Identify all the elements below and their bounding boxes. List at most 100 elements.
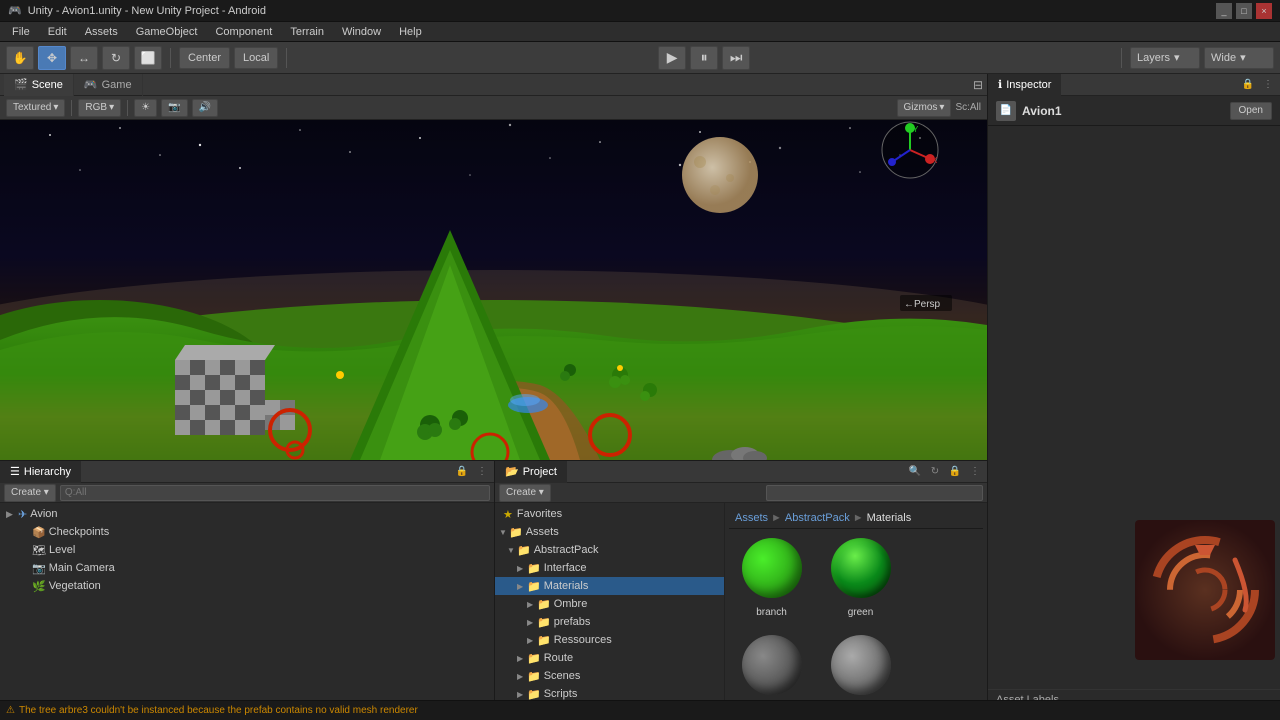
layers-dropdown[interactable]: Layers ▾ [1130, 47, 1200, 69]
tree-ombre[interactable]: ▶ 📁 Ombre [495, 595, 724, 613]
breadcrumb-abstractpack[interactable]: AbstractPack [785, 512, 850, 524]
project-tree: ★ Favorites ▼ 📁 Assets ▼ 📁 [495, 503, 725, 700]
tree-prefabs[interactable]: ▶ 📁 prefabs [495, 613, 724, 631]
tree-scenes[interactable]: ▶ 📁 Scenes [495, 667, 724, 685]
avion-label: Avion [30, 508, 57, 520]
menu-edit[interactable]: Edit [40, 24, 75, 40]
asset-branch[interactable]: branch [729, 529, 814, 622]
menu-terrain[interactable]: Terrain [282, 24, 332, 40]
project-search-icon[interactable]: 🔍 [907, 464, 923, 480]
tab-project[interactable]: 📂 Project [495, 461, 567, 483]
svg-text:X: X [932, 156, 938, 165]
project-search-input[interactable] [766, 485, 983, 501]
menu-gameobject[interactable]: GameObject [128, 24, 206, 40]
gizmos-dropdown[interactable]: Gizmos [897, 99, 952, 117]
project-lock-icon[interactable]: 🔒 [947, 464, 963, 480]
tree-route[interactable]: ▶ 📁 Route [495, 649, 724, 667]
menu-component[interactable]: Component [207, 24, 280, 40]
color-label: RGB [85, 102, 107, 113]
shading-dropdown[interactable]: Textured [6, 99, 65, 117]
menu-window[interactable]: Window [334, 24, 389, 40]
asset-grisb[interactable]: grisb [818, 626, 903, 700]
audio-button[interactable]: 🔊 [192, 99, 218, 117]
prefabs-folder-icon: 📁 [537, 616, 551, 629]
play-button[interactable]: ▶ [658, 46, 686, 70]
tree-scripts[interactable]: ▶ 📁 Scripts [495, 685, 724, 700]
hierarchy-create-label: Create ▾ [11, 487, 49, 498]
rect-tool[interactable]: ⬜ [134, 46, 162, 70]
maximize-button[interactable]: □ [1236, 3, 1252, 19]
material-sphere-grisb [831, 635, 891, 695]
minimize-button[interactable]: _ [1216, 3, 1232, 19]
viewport-area[interactable]: Y X ←Persp [0, 120, 987, 460]
inspector-avatar: 📄 [996, 101, 1016, 121]
scale-tool[interactable]: ↻ [102, 46, 130, 70]
menu-help[interactable]: Help [391, 24, 430, 40]
favorites-header[interactable]: ★ Favorites [495, 505, 724, 523]
layout-dropdown[interactable]: Wide ▾ [1204, 47, 1274, 69]
prefabs-label: prefabs [554, 616, 591, 628]
tree-materials[interactable]: ▶ 📁 Materials [495, 577, 724, 595]
project-create-button[interactable]: Create ▾ [499, 484, 551, 502]
hierarchy-create-button[interactable]: Create ▾ [4, 484, 56, 502]
scene-view[interactable]: Y X ←Persp [0, 120, 987, 460]
inspector-open-button[interactable]: Open [1230, 102, 1272, 120]
pause-button[interactable]: ⏸ [690, 46, 718, 70]
layout-chevron-icon: ▾ [1240, 51, 1246, 64]
hierarchy-item-avion[interactable]: ▶ ✈ Avion [0, 505, 494, 523]
tree-interface[interactable]: ▶ 📁 Interface [495, 559, 724, 577]
tree-ressources[interactable]: ▶ 📁 Ressources [495, 631, 724, 649]
checkpoints-label: Checkpoints [49, 526, 110, 538]
tab-hierarchy[interactable]: ☰ Hierarchy [0, 461, 81, 483]
project-menu-icon[interactable]: ⋮ [967, 464, 983, 480]
hierarchy-search-input[interactable] [60, 485, 490, 501]
inspector-lock-icon[interactable]: 🔒 [1240, 77, 1256, 93]
ressources-folder-icon: 📁 [537, 634, 551, 647]
asset-grid: branch green [729, 529, 983, 700]
sun-button[interactable]: ☀ [134, 99, 157, 117]
rotate-tool[interactable]: ↔ [70, 46, 98, 70]
layers-chevron-icon: ▾ [1174, 51, 1180, 64]
tab-game[interactable]: 🎮 Game [74, 74, 143, 96]
inspector-menu-icon[interactable]: ⋮ [1260, 77, 1276, 93]
menu-assets[interactable]: Assets [77, 24, 126, 40]
title-bar: 🎮 Unity - Avion1.unity - New Unity Proje… [0, 0, 1280, 22]
move-tool[interactable]: ✥ [38, 46, 66, 70]
project-panel-icons: 🔍 ↻ 🔒 ⋮ [907, 464, 987, 480]
tab-scene[interactable]: 🎬 Scene [4, 74, 74, 96]
tab-inspector[interactable]: ℹ Inspector [988, 74, 1061, 96]
hierarchy-menu-icon[interactable]: ⋮ [474, 464, 490, 480]
scene-minimize-icon[interactable]: ⊟ [973, 78, 983, 92]
assets-expand-icon: ▼ [499, 528, 509, 537]
game-icon: 🎮 [84, 78, 98, 91]
tree-assets[interactable]: ▼ 📁 Assets [495, 523, 724, 541]
hierarchy-item-vegetation[interactable]: 🌿 Vegetation [0, 577, 494, 595]
close-button[interactable]: × [1256, 3, 1272, 19]
asset-green[interactable]: green [818, 529, 903, 622]
menu-file[interactable]: File [4, 24, 38, 40]
asset-label-branch: branch [756, 607, 787, 618]
inspector-tab-bar: ℹ Inspector 🔒 ⋮ [988, 74, 1280, 96]
favorites-label: Favorites [517, 508, 562, 520]
asset-thumb-grisb [826, 630, 896, 700]
step-button[interactable]: ⏭ [722, 46, 750, 70]
color-dropdown[interactable]: RGB [78, 99, 121, 117]
hierarchy-item-level[interactable]: 🗺 Level [0, 541, 494, 559]
app-root: 🎮 Unity - Avion1.unity - New Unity Proje… [0, 0, 1280, 720]
breadcrumb-sep-2: ► [853, 512, 864, 524]
main-toolbar: ✋ ✥ ↔ ↻ ⬜ Center Local ▶ ⏸ ⏭ Layers ▾ Wi… [0, 42, 1280, 74]
pivot-center-button[interactable]: Center [179, 47, 230, 69]
pivot-local-button[interactable]: Local [234, 47, 278, 69]
scenes-label: Scenes [544, 670, 581, 682]
camera-button[interactable]: 📷 [161, 99, 187, 117]
breadcrumb-assets[interactable]: Assets [735, 512, 768, 524]
hierarchy-item-main-camera[interactable]: 📷 Main Camera [0, 559, 494, 577]
route-label: Route [544, 652, 573, 664]
hierarchy-lock-icon[interactable]: 🔒 [454, 464, 470, 480]
asset-gris[interactable]: gris [729, 626, 814, 700]
hierarchy-item-checkpoints[interactable]: 📦 Checkpoints [0, 523, 494, 541]
ombre-folder-icon: 📁 [537, 598, 551, 611]
tree-abstractpack[interactable]: ▼ 📁 AbstractPack [495, 541, 724, 559]
hand-tool[interactable]: ✋ [6, 46, 34, 70]
project-refresh-icon[interactable]: ↻ [927, 464, 943, 480]
